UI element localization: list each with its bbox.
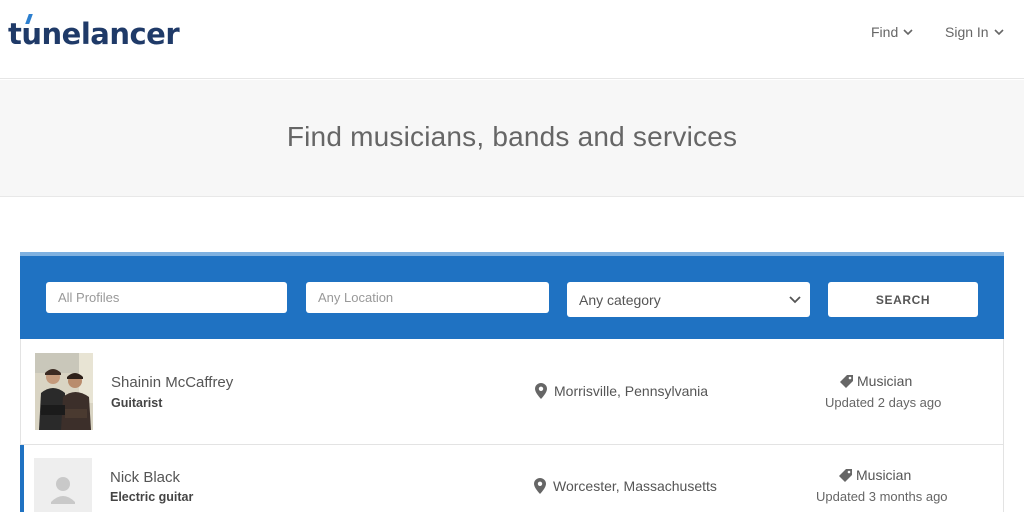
profile-photo bbox=[35, 353, 93, 430]
avatar[interactable] bbox=[34, 458, 92, 512]
page-title: Find musicians, bands and services bbox=[286, 121, 738, 152]
location-text: Worcester, Massachusetts bbox=[553, 478, 717, 494]
profile-name[interactable]: Shainin McCaffrey bbox=[111, 374, 233, 391]
updated-timestamp: Updated 2 days ago bbox=[825, 395, 942, 410]
list-item[interactable]: Nick Black Electric guitar Worcester, Ma… bbox=[20, 445, 1004, 512]
top-navbar: tunelancer Find Sign In bbox=[0, 0, 1024, 79]
nav-signin-label: Sign In bbox=[945, 24, 989, 40]
list-item[interactable]: Shainin McCaffrey Guitarist Morrisville,… bbox=[20, 339, 1004, 445]
category-text: Musician bbox=[857, 373, 913, 389]
category-selected-value: Any category bbox=[579, 291, 661, 308]
chevron-down-icon bbox=[789, 296, 801, 304]
category-select[interactable]: Any category bbox=[567, 282, 810, 317]
chevron-down-icon bbox=[994, 29, 1004, 36]
map-pin-icon bbox=[535, 383, 547, 399]
profile-location: Morrisville, Pennsylvania bbox=[535, 383, 708, 399]
nav-find-label: Find bbox=[871, 24, 899, 40]
updated-timestamp: Updated 3 months ago bbox=[816, 489, 948, 504]
logo[interactable]: tunelancer bbox=[8, 14, 180, 54]
chevron-down-icon bbox=[903, 29, 913, 36]
profile-location: Worcester, Massachusetts bbox=[534, 478, 717, 494]
profile-category[interactable]: Musician bbox=[839, 467, 911, 483]
search-button[interactable]: SEARCH bbox=[828, 282, 978, 317]
logo-text: tunelancer bbox=[8, 17, 180, 51]
profile-category[interactable]: Musician bbox=[840, 373, 912, 389]
nav-signin-dropdown[interactable]: Sign In bbox=[945, 22, 1005, 42]
tag-icon bbox=[839, 468, 852, 482]
nav-find-dropdown[interactable]: Find bbox=[871, 22, 914, 42]
profile-role: Guitarist bbox=[111, 396, 163, 410]
location-text: Morrisville, Pennsylvania bbox=[554, 383, 709, 399]
location-search-input[interactable]: Any Location bbox=[306, 282, 549, 313]
avatar[interactable] bbox=[35, 353, 93, 430]
profiles-placeholder: All Profiles bbox=[58, 290, 120, 305]
search-button-label: SEARCH bbox=[875, 292, 931, 307]
profile-role: Electric guitar bbox=[110, 490, 194, 504]
location-placeholder: Any Location bbox=[318, 290, 394, 305]
tag-icon bbox=[840, 374, 853, 388]
results-list: Shainin McCaffrey Guitarist Morrisville,… bbox=[20, 339, 1004, 512]
profile-name[interactable]: Nick Black bbox=[110, 469, 180, 486]
hero-banner: Find musicians, bands and services bbox=[0, 80, 1024, 197]
search-panel: All Profiles Any Location Any category S… bbox=[20, 252, 1004, 339]
category-text: Musician bbox=[856, 467, 912, 483]
map-pin-icon bbox=[534, 478, 546, 494]
person-placeholder-icon bbox=[34, 458, 92, 512]
profiles-search-input[interactable]: All Profiles bbox=[46, 282, 287, 313]
